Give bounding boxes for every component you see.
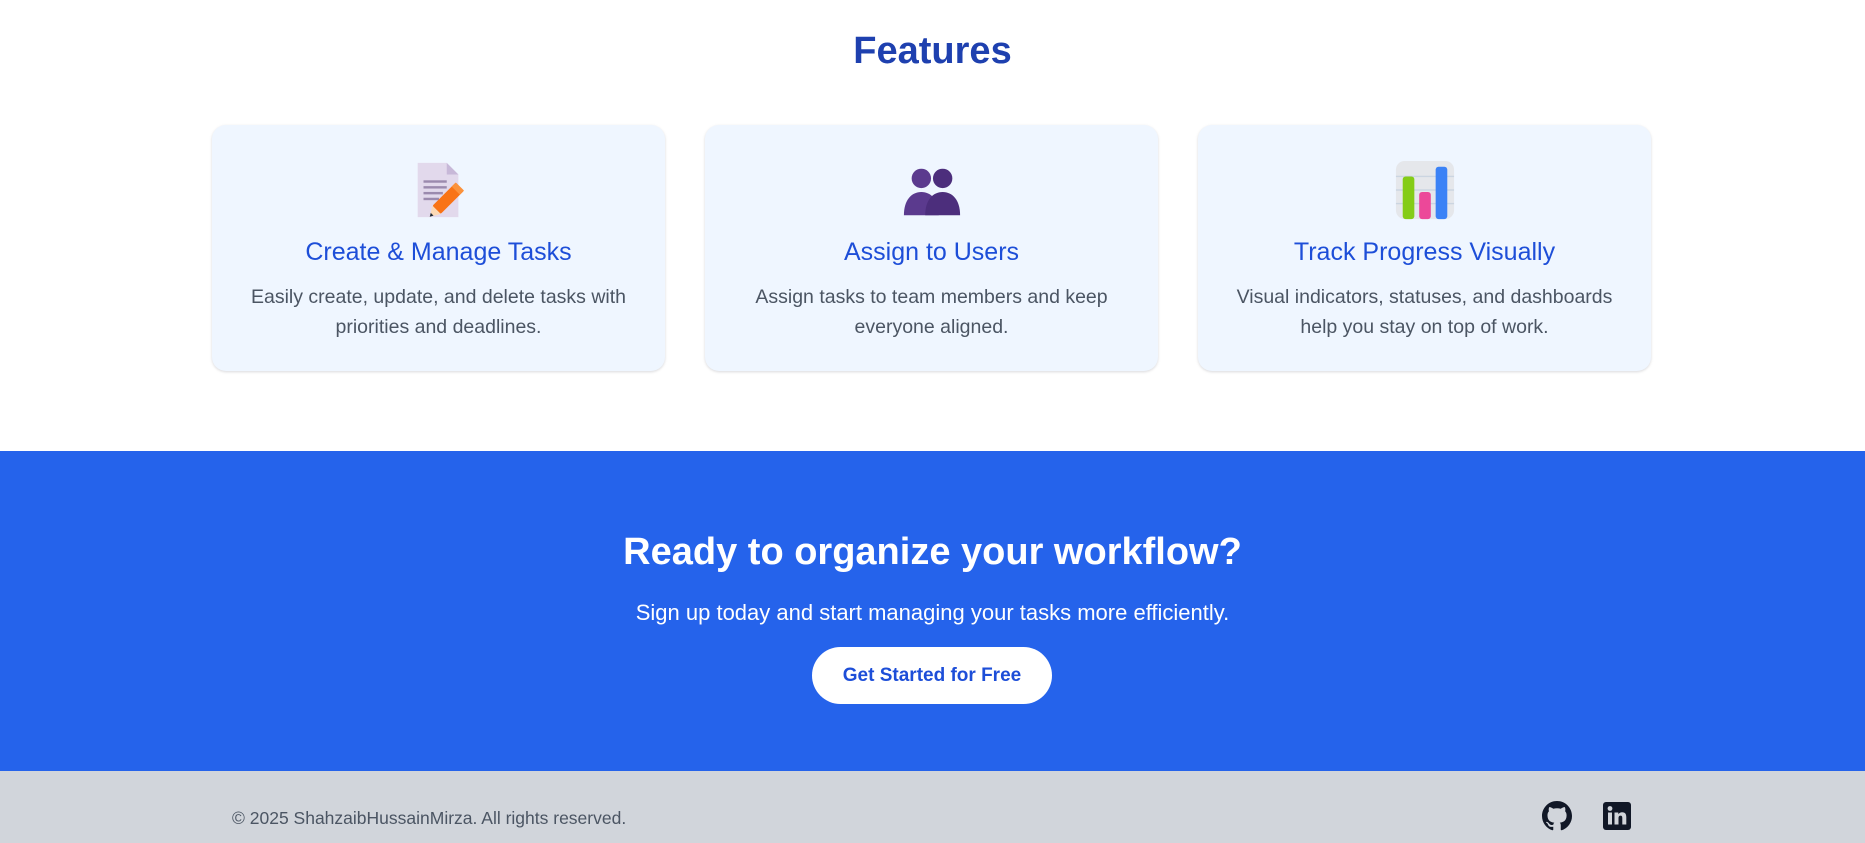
features-heading: Features: [853, 30, 1012, 72]
feature-card-description: Visual indicators, statuses, and dashboa…: [1236, 286, 1613, 338]
feature-card-title: Create & Manage Tasks: [305, 238, 572, 266]
cta-section: Ready to organize your workflow? Sign up…: [0, 451, 1865, 771]
github-link[interactable]: [1542, 801, 1572, 831]
github-icon: [1542, 801, 1572, 831]
bar-chart-icon: [1394, 159, 1456, 221]
feature-card-description: Easily create, update, and delete tasks …: [250, 286, 627, 338]
feature-card-description: Assign tasks to team members and keep ev…: [755, 286, 1108, 338]
cta-heading: Ready to organize your workflow?: [623, 531, 1242, 573]
linkedin-link[interactable]: [1602, 801, 1632, 831]
feature-card-track-progress: Track Progress Visually Visual indicator…: [1198, 125, 1651, 371]
feature-card-assign-users: Assign to Users Assign tasks to team mem…: [705, 125, 1158, 371]
features-section: Features Create & Manage Tasks Easily cr…: [0, 0, 1865, 451]
feature-card-title: Track Progress Visually: [1293, 238, 1556, 266]
get-started-button[interactable]: Get Started for Free: [812, 647, 1052, 704]
footer: © 2025 ShahzaibHussainMirza. All rights …: [0, 771, 1865, 843]
linkedin-icon: [1602, 801, 1632, 831]
users-icon: [901, 159, 963, 221]
feature-card-title: Assign to Users: [843, 238, 1020, 266]
copyright-text: © 2025 ShahzaibHussainMirza. All rights …: [232, 808, 627, 828]
feature-card-create-manage: Create & Manage Tasks Easily create, upd…: [212, 125, 665, 371]
cta-subtitle: Sign up today and start managing your ta…: [635, 600, 1230, 625]
memo-pencil-icon: [408, 159, 470, 221]
